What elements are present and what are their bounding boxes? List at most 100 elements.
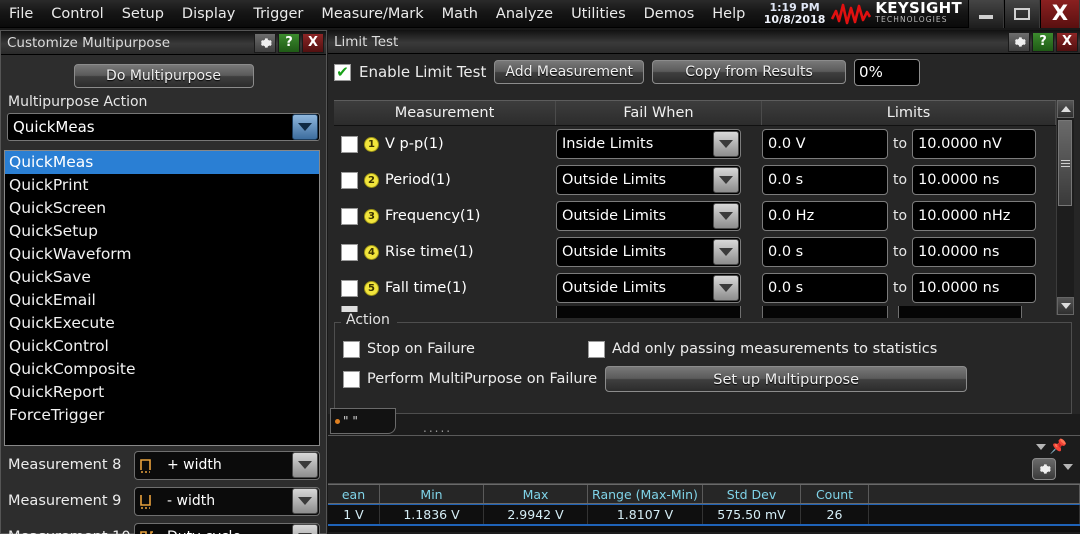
menu-utilities[interactable]: Utilities [563, 3, 634, 25]
limit-high-input[interactable]: 10.0000 nV [912, 129, 1037, 159]
dropdown-option-quicksetup[interactable]: QuickSetup [5, 220, 319, 243]
scrollbar-track[interactable] [1057, 118, 1074, 297]
settings-button[interactable] [1008, 31, 1030, 52]
dropdown-option-quickwaveform[interactable]: QuickWaveform [5, 243, 319, 266]
minimize-button[interactable] [968, 0, 1004, 28]
maximize-button[interactable] [1004, 0, 1040, 28]
chevron-down-icon[interactable] [713, 167, 739, 193]
close-window-button[interactable]: X [1040, 0, 1080, 28]
measurement-name: Rise time(1) [385, 244, 474, 260]
chevron-down-icon[interactable] [292, 114, 318, 140]
scrollbar-thumb[interactable] [1058, 120, 1072, 206]
results-settings-button[interactable] [1032, 458, 1056, 480]
waveform-tab[interactable]: " " [330, 408, 396, 434]
ellipsis-marker: ..... [423, 421, 453, 435]
menu-math[interactable]: Math [434, 3, 486, 25]
dropdown-option-quickscreen[interactable]: QuickScreen [5, 197, 319, 220]
chevron-down-icon[interactable] [292, 488, 318, 514]
stop-on-failure-checkbox[interactable] [343, 340, 360, 358]
dropdown-option-quickemail[interactable]: QuickEmail [5, 289, 319, 312]
close-icon: X [1051, 1, 1069, 25]
pin-icon[interactable]: 📌 [1050, 439, 1067, 455]
row-select-checkbox[interactable] [341, 243, 358, 261]
dropdown-option-quickprint[interactable]: QuickPrint [5, 174, 319, 197]
menu-control[interactable]: Control [43, 3, 111, 25]
limit-high-input[interactable]: 10.0000 ns [912, 273, 1037, 303]
limit-low-input[interactable]: 0.0 s [762, 237, 888, 267]
menu-measure-mark[interactable]: Measure/Mark [313, 3, 431, 25]
dropdown-option-quickexecute[interactable]: QuickExecute [5, 312, 319, 335]
dropdown-option-quickcontrol[interactable]: QuickControl [5, 335, 319, 358]
menubar: File Control Setup Display Trigger Measu… [0, 0, 1080, 28]
row-select-checkbox[interactable] [341, 207, 358, 225]
fail-when-combo[interactable]: Inside Limits [556, 129, 741, 159]
fail-when-combo[interactable]: Outside Limits [556, 165, 741, 195]
maximize-icon [1014, 7, 1030, 20]
menu-display[interactable]: Display [174, 3, 243, 25]
menu-trigger[interactable]: Trigger [245, 3, 311, 25]
limit-high-input[interactable]: 10.0000 nHz [912, 201, 1037, 231]
limit-low-input[interactable]: 0.0 s [762, 165, 888, 195]
chevron-down-icon[interactable] [292, 524, 318, 534]
limit-high-input[interactable]: 10.0000 ns [912, 165, 1037, 195]
limit-low-input[interactable]: 0.0 Hz [762, 201, 888, 231]
chevron-down-icon[interactable] [1036, 444, 1046, 450]
scroll-up-button[interactable] [1057, 100, 1074, 118]
menu-demos[interactable]: Demos [636, 3, 703, 25]
dropdown-option-quickreport[interactable]: QuickReport [5, 381, 319, 404]
menu-analyze[interactable]: Analyze [488, 3, 561, 25]
results-cell-mean: 1 V [328, 505, 380, 524]
fail-when-combo[interactable]: Outside Limits [556, 237, 741, 267]
dropdown-option-forcetrigger[interactable]: ForceTrigger [5, 404, 319, 427]
fail-when-combo[interactable] [556, 306, 741, 318]
chevron-down-icon[interactable] [713, 275, 739, 301]
table-scrollbar[interactable] [1056, 100, 1074, 315]
chevron-down-icon[interactable] [1063, 464, 1073, 470]
fail-when-combo[interactable]: Outside Limits [556, 273, 741, 303]
chevron-down-icon[interactable] [292, 452, 318, 478]
limit-high-input[interactable]: 10.0000 ns [912, 237, 1037, 267]
help-button[interactable]: ? [278, 32, 300, 53]
menu-help[interactable]: Help [704, 3, 753, 25]
limit-high-input[interactable] [898, 306, 1022, 318]
chevron-down-icon[interactable] [713, 203, 739, 229]
copy-from-results-button[interactable]: Copy from Results [652, 60, 847, 84]
perform-multipurpose-checkbox[interactable] [343, 370, 360, 388]
limit-low-input[interactable]: 0.0 s [762, 273, 888, 303]
measurement-9-combo[interactable]: - width [134, 486, 320, 516]
dropdown-option-quickcomposite[interactable]: QuickComposite [5, 358, 319, 381]
fail-when-combo[interactable]: Outside Limits [556, 201, 741, 231]
row-select-checkbox[interactable] [341, 171, 358, 189]
limit-join-label: to [893, 244, 908, 260]
multipurpose-action-dropdown-list[interactable]: QuickMeas QuickPrint QuickScreen QuickSe… [4, 150, 320, 446]
chevron-down-icon[interactable] [713, 131, 739, 157]
close-dialog-button[interactable]: X [1056, 31, 1078, 52]
waveform-tab-label: " " [343, 414, 358, 428]
menu-file[interactable]: File [1, 3, 41, 25]
row-select-checkbox[interactable] [341, 135, 358, 153]
measurement-8-combo[interactable]: + width [134, 450, 320, 480]
set-up-multipurpose-button[interactable]: Set up Multipurpose [605, 366, 968, 392]
dropdown-option-quickmeas[interactable]: QuickMeas [5, 151, 319, 174]
multipurpose-action-combo[interactable]: QuickMeas [7, 113, 320, 141]
pulse-negative-width-icon [140, 495, 151, 509]
results-table-row[interactable]: 1 V 1.1836 V 2.9942 V 1.8107 V 575.50 mV… [328, 504, 1080, 526]
scroll-down-button[interactable] [1057, 297, 1074, 315]
enable-limit-test-checkbox[interactable]: ✔ [334, 63, 351, 81]
dropdown-option-quicksave[interactable]: QuickSave [5, 266, 319, 289]
row-select-checkbox[interactable] [341, 279, 358, 297]
limit-low-input[interactable] [762, 306, 888, 318]
chevron-down-icon[interactable] [713, 239, 739, 265]
measurement-10-combo[interactable]: Duty cycle [134, 522, 320, 534]
measurement-row-10: Measurement 10 Duty cycle [4, 519, 324, 534]
menu-setup[interactable]: Setup [114, 3, 172, 25]
add-measurement-button[interactable]: Add Measurement [494, 60, 645, 84]
multipurpose-action-value: QuickMeas [13, 118, 95, 136]
settings-button[interactable] [254, 32, 276, 53]
close-dialog-button[interactable]: X [302, 32, 324, 53]
channel-indicator-icon [335, 418, 340, 424]
limit-low-input[interactable]: 0.0 V [762, 129, 888, 159]
add-only-passing-checkbox[interactable] [587, 340, 605, 358]
do-multipurpose-button[interactable]: Do Multipurpose [73, 64, 254, 88]
help-button[interactable]: ? [1032, 31, 1054, 52]
